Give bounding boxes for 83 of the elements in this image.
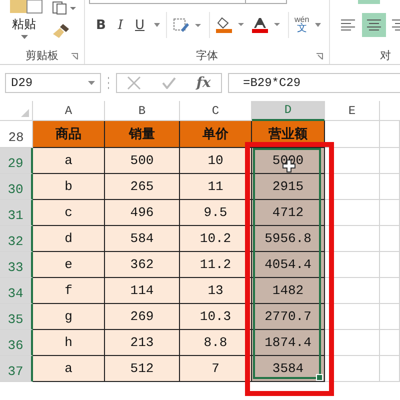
table-cell: 265 <box>105 174 180 200</box>
table-cell: e <box>33 252 105 278</box>
phonetic-guide-button[interactable]: wén 文 <box>294 16 310 34</box>
table-cell: h <box>33 330 105 356</box>
table-cell: 8.8 <box>180 330 252 356</box>
table-cell: 9.5 <box>180 200 252 226</box>
table-cell: 114 <box>105 278 180 304</box>
table-cell: 10 <box>180 148 252 174</box>
dropdown-caret-icon[interactable] <box>315 23 322 27</box>
table-cell: 362 <box>105 252 180 278</box>
dropdown-caret-icon[interactable] <box>20 35 28 39</box>
table-cell: a <box>33 356 105 382</box>
table-cell: 7 <box>180 356 252 382</box>
align-center-icon <box>366 19 382 31</box>
underline-button[interactable]: U <box>132 18 148 32</box>
row-header[interactable]: 36 <box>0 330 33 356</box>
table-cell: 496 <box>105 200 180 226</box>
font-color-icon[interactable] <box>252 17 282 33</box>
fill-color-icon[interactable] <box>216 17 246 33</box>
group-label: 剪贴板 <box>25 48 58 62</box>
font-size-field[interactable] <box>246 0 287 4</box>
table-cell: d <box>33 226 105 252</box>
row-header[interactable]: 37 <box>0 356 33 382</box>
align-center-button[interactable] <box>362 13 386 37</box>
table-cell: 单价 <box>180 121 252 148</box>
align-right-icon[interactable] <box>392 19 400 31</box>
table-cell: 销量 <box>105 121 180 148</box>
table-cell: 2915 <box>252 174 325 200</box>
paste-icon[interactable] <box>10 0 44 14</box>
font-name-field[interactable] <box>88 0 246 4</box>
table-cell: 10.3 <box>180 304 252 330</box>
table-cell: 13 <box>180 278 252 304</box>
table-cell: g <box>33 304 105 330</box>
copy-icon[interactable] <box>52 1 76 15</box>
column-header[interactable]: C <box>180 101 252 121</box>
column-header[interactable]: A <box>33 101 105 121</box>
table-cell: 4054.4 <box>252 252 325 278</box>
table-cell: 2770.7 <box>252 304 325 330</box>
column-header[interactable]: B <box>105 101 180 121</box>
dialog-launcher-icon[interactable] <box>70 53 78 60</box>
name-box[interactable]: D29 <box>5 73 101 93</box>
borders-icon[interactable] <box>172 18 203 32</box>
table-cell: 5956.8 <box>252 226 325 252</box>
italic-button[interactable]: I <box>114 18 126 32</box>
row-header[interactable]: 31 <box>0 200 33 226</box>
table-cell: 1874.4 <box>252 330 325 356</box>
table-cell: 1482 <box>252 278 325 304</box>
insert-function-button[interactable]: fx <box>196 75 211 91</box>
table-cell: b <box>33 174 105 200</box>
bold-button[interactable]: B <box>92 18 109 32</box>
group-label: 对 <box>380 48 391 62</box>
group-label: 字体 <box>196 48 218 62</box>
table-cell: 10.2 <box>180 226 252 252</box>
brush-icon[interactable] <box>52 23 70 39</box>
row-header[interactable]: 30 <box>0 174 33 200</box>
table-cell: 512 <box>105 356 180 382</box>
table-cell: 500 <box>105 148 180 174</box>
table-cell: c <box>33 200 105 226</box>
column-header[interactable]: E <box>325 101 380 121</box>
table-cell: 11 <box>180 174 252 200</box>
row-header[interactable]: 35 <box>0 304 33 330</box>
dialog-launcher-icon[interactable] <box>316 53 323 60</box>
dropdown-caret-icon[interactable] <box>154 23 160 27</box>
table-cell: 213 <box>105 330 180 356</box>
paste-button[interactable]: 粘贴 <box>12 16 36 33</box>
table-cell: a <box>33 148 105 174</box>
align-left-icon[interactable] <box>340 19 356 31</box>
table-cell: 商品 <box>33 121 105 148</box>
table-cell: 4712 <box>252 200 325 226</box>
cancel-icon[interactable] <box>127 76 142 90</box>
table-cell: 269 <box>105 304 180 330</box>
table-cell: 11.2 <box>180 252 252 278</box>
column-header[interactable]: D <box>252 101 325 121</box>
grip-icon <box>107 77 110 89</box>
table-cell: 584 <box>105 226 180 252</box>
row-header[interactable]: 29 <box>0 148 33 174</box>
formula-field[interactable]: =B29*C29 <box>228 73 400 93</box>
row-header[interactable]: 33 <box>0 252 33 278</box>
row-header[interactable]: 28 <box>0 121 33 148</box>
row-header[interactable]: 34 <box>0 278 33 304</box>
enter-check-icon[interactable] <box>162 77 176 89</box>
table-cell: f <box>33 278 105 304</box>
row-header[interactable]: 32 <box>0 226 33 252</box>
